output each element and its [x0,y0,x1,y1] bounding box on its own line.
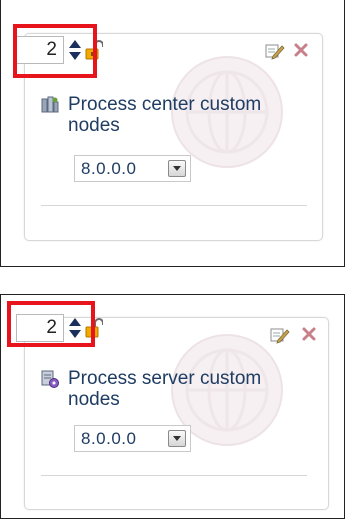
version-select[interactable]: 8.0.0.0 [74,155,191,182]
node-card: Process server custom nodes 8.0.0.0 [24,317,329,510]
unlock-icon[interactable] [85,317,103,339]
version-select[interactable]: 8.0.0.0 [74,425,191,452]
chevron-down-icon[interactable] [168,160,186,177]
chevron-down-icon[interactable] [168,430,186,447]
node-title-row: Process server custom nodes [41,368,298,410]
edit-icon[interactable] [265,42,285,60]
count-input[interactable]: 2 [16,314,64,342]
count-spinner[interactable]: 2 [16,314,103,342]
count-input[interactable]: 2 [16,36,64,64]
node-title-row: Process center custom nodes [41,94,298,136]
node-card: Process center custom nodes 8.0.0.0 [24,33,323,241]
version-value: 8.0.0.0 [81,428,137,448]
node-title: Process server custom nodes [68,368,262,410]
spinner-arrows-icon[interactable] [68,39,82,61]
process-center-nodes-icon [41,96,59,113]
version-value: 8.0.0.0 [81,158,137,178]
count-spinner[interactable]: 2 [16,36,103,64]
panel-process-server: Process server custom nodes 8.0.0.0 2 [0,294,345,519]
close-icon[interactable] [293,42,309,58]
spinner-arrows-icon[interactable] [68,317,82,339]
close-icon[interactable] [301,326,317,342]
divider [41,205,307,206]
edit-icon[interactable] [270,326,290,344]
panel-process-center: Process center custom nodes 8.0.0.0 2 [0,0,345,267]
node-title: Process center custom nodes [68,94,262,136]
process-server-nodes-icon [41,370,59,388]
divider [41,475,307,476]
unlock-icon[interactable] [85,39,103,61]
